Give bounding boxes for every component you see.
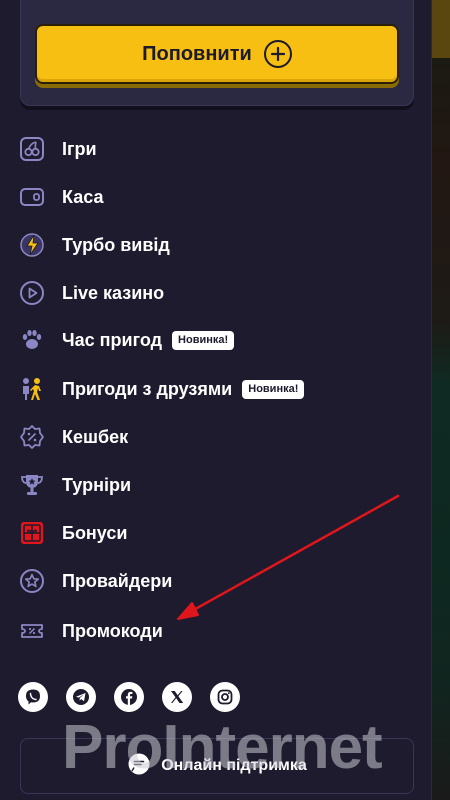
star-icon (18, 567, 46, 595)
plus-icon (263, 40, 292, 68)
x-icon[interactable] (162, 682, 192, 712)
coupon-icon (18, 617, 46, 645)
menu-item-bonuses[interactable]: Бонуси (18, 513, 127, 553)
menu-item-label: Live казино (62, 282, 165, 303)
menu-item-label: Турбо вивід (62, 234, 170, 255)
online-support-button[interactable]: Онлайн підтримка (20, 738, 414, 794)
menu-item-tournaments[interactable]: Турніри (18, 465, 131, 505)
menu-item-adventures-with-friends[interactable]: Пригоди з друзями Новинка! (18, 369, 305, 409)
top-up-label: Поповнити (142, 42, 252, 65)
menu-item-label: Час пригод (62, 329, 163, 350)
people-icon (18, 375, 46, 403)
viber-icon[interactable] (18, 682, 48, 712)
menu-item-label: Пригоди з друзями (62, 378, 233, 399)
wallet-icon (18, 183, 46, 211)
menu-item-label: Каса (62, 186, 104, 207)
menu-item-label: Провайдери (62, 570, 173, 591)
menu-item-label: Ігри (62, 138, 97, 159)
new-badge: Новинка! (172, 330, 235, 350)
menu-item-cashier[interactable]: Каса (18, 177, 103, 217)
menu-item-turbo-withdraw[interactable]: Турбо вивід (18, 225, 170, 265)
cashback-icon (18, 423, 46, 451)
menu-item-cashback[interactable]: Кешбек (18, 417, 128, 457)
new-badge: Новинка! (242, 379, 305, 399)
menu-item-label: Турніри (62, 474, 132, 495)
online-support-label: Онлайн підтримка (161, 757, 307, 774)
play-icon (18, 279, 46, 307)
menu-item-games[interactable]: Ігри (18, 129, 97, 169)
menu-item-promo-codes[interactable]: Промокоди (18, 611, 163, 651)
cherries-icon (18, 135, 46, 163)
social-links (18, 682, 240, 712)
telegram-icon[interactable] (66, 682, 96, 712)
menu-item-label: Промокоди (62, 620, 163, 641)
menu-item-label: Бонуси (62, 522, 128, 543)
gift-icon (18, 519, 46, 547)
paw-icon (18, 326, 46, 354)
instagram-icon[interactable] (210, 682, 240, 712)
chat-icon (127, 752, 151, 781)
page-backdrop (432, 0, 450, 800)
menu-item-adventure-time[interactable]: Час пригод Новинка! (18, 320, 235, 360)
menu-item-providers[interactable]: Провайдери (18, 561, 172, 601)
menu-item-label: Кешбек (62, 426, 129, 447)
facebook-icon[interactable] (114, 682, 144, 712)
top-up-button[interactable]: Поповнити (35, 24, 399, 84)
lightning-icon (18, 231, 46, 259)
trophy-icon (18, 471, 46, 499)
menu-item-live-casino[interactable]: Live казино (18, 273, 164, 313)
side-menu-panel: Поповнити Ігри Каса Турбо вивід Live каз… (0, 0, 432, 800)
